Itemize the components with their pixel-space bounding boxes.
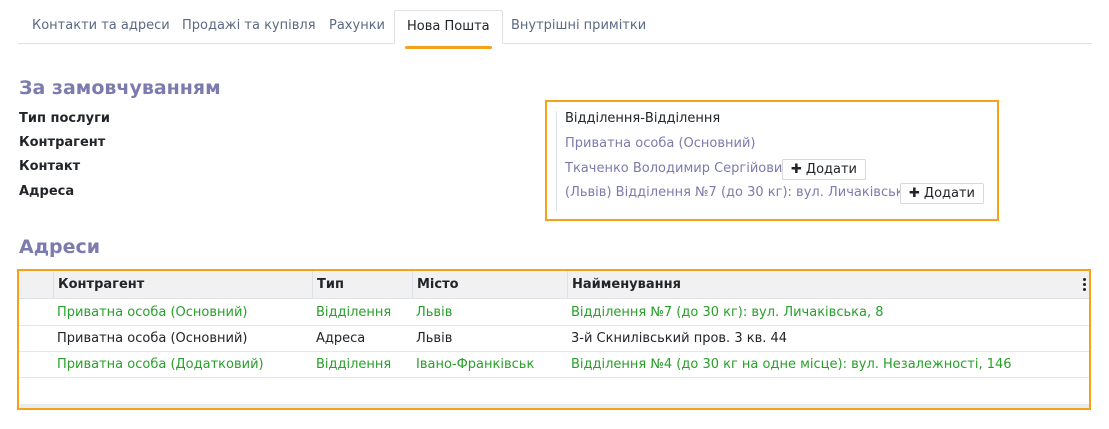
tab-label: Нова Пошта <box>405 11 492 49</box>
cell-counterparty: Приватна особа (Основний) <box>57 331 248 346</box>
plus-icon: ✚ <box>909 186 920 201</box>
table-row[interactable]: Приватна особа (Основний) Відділення Льв… <box>19 300 1089 326</box>
cell-city: Львів <box>416 331 453 346</box>
address-link[interactable]: (Львів) Відділення №7 (до 30 кг): вул. Л… <box>565 185 928 200</box>
address-label: Адреса <box>19 184 75 199</box>
service-type-label: Тип послуги <box>19 111 110 126</box>
row-selector-header[interactable] <box>19 271 53 299</box>
notebook-tabs: Контакти та адреси Продажі та купівля Ра… <box>18 10 1092 49</box>
cell-type: Адреса <box>316 331 366 346</box>
add-address-button[interactable]: ✚ Додати <box>900 183 984 204</box>
table-header: Контрагент Тип Місто Найменування <box>19 271 1089 299</box>
defaults-values-highlight: Відділення-Відділення Приватна особа (Ос… <box>545 100 999 221</box>
tab-internal-notes[interactable]: Внутрішні примітки <box>499 10 658 44</box>
table-row[interactable]: Приватна особа (Основний) Адреса Львів 3… <box>19 326 1089 352</box>
tab-label: Контакти та адреси <box>32 18 170 33</box>
tab-label: Рахунки <box>329 18 385 33</box>
column-options-icon[interactable] <box>1081 278 1087 292</box>
plus-icon: ✚ <box>791 162 802 177</box>
table-row[interactable]: Приватна особа (Додатковий) Відділення І… <box>19 352 1089 378</box>
cell-counterparty: Приватна особа (Додатковий) <box>57 357 264 372</box>
tab-sales-purchases[interactable]: Продажі та купівля <box>170 10 328 44</box>
service-type-value: Відділення-Відділення <box>565 111 721 126</box>
tab-label: Внутрішні примітки <box>511 18 647 33</box>
defaults-heading: За замовчуванням <box>19 77 221 99</box>
cell-city: Івано-Франківськ <box>416 357 535 372</box>
cell-city: Львів <box>416 305 453 320</box>
tab-label: Продажі та купівля <box>182 18 316 33</box>
column-header-name[interactable]: Найменування <box>567 271 1089 299</box>
column-header-city[interactable]: Місто <box>412 271 567 299</box>
values-divider <box>556 111 558 211</box>
column-header-type[interactable]: Тип <box>312 271 412 299</box>
cell-name: Відділення №7 (до 30 кг): вул. Личаківсь… <box>571 305 884 320</box>
cell-counterparty: Приватна особа (Основний) <box>57 305 248 320</box>
add-contact-label: Додати <box>805 162 857 177</box>
addresses-heading: Адреси <box>19 236 101 258</box>
add-contact-button[interactable]: ✚ Додати <box>782 159 866 180</box>
tab-nova-poshta[interactable]: Нова Пошта <box>394 10 503 49</box>
cell-name: 3-й Скнилівський пров. 3 кв. 44 <box>571 331 788 346</box>
cell-name: Відділення №4 (до 30 кг на одне місце): … <box>571 357 1012 372</box>
contact-link[interactable]: Ткаченко Володимир Сергійович <box>565 161 790 176</box>
counterparty-link[interactable]: Приватна особа (Основний) <box>565 136 755 151</box>
counterparty-label: Контрагент <box>19 135 106 150</box>
cell-type: Відділення <box>316 305 392 320</box>
addresses-table: Контрагент Тип Місто Найменування Приват… <box>17 269 1091 410</box>
table-footer <box>19 404 1089 408</box>
column-header-counterparty[interactable]: Контрагент <box>53 271 312 299</box>
add-address-label: Додати <box>923 186 975 201</box>
contact-label: Контакт <box>19 159 81 174</box>
tab-contacts-addresses[interactable]: Контакти та адреси <box>20 10 182 44</box>
tab-invoices[interactable]: Рахунки <box>317 10 397 44</box>
cell-type: Відділення <box>316 357 392 372</box>
